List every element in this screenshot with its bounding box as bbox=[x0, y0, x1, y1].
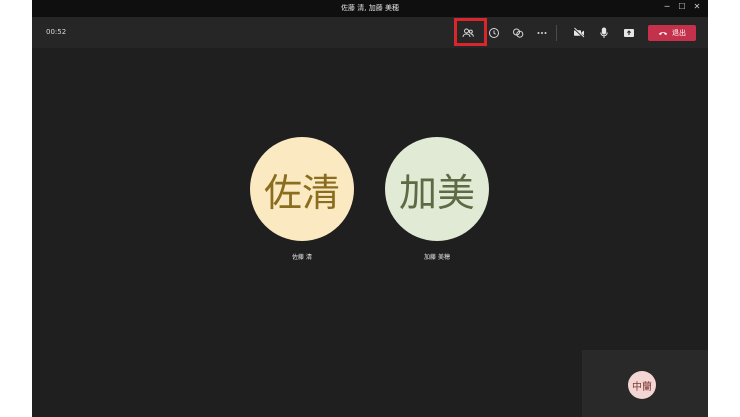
window-title: 佐藤 清, 加藤 美穂 bbox=[341, 4, 399, 12]
leave-button[interactable]: 退出 bbox=[648, 25, 696, 41]
chat-button[interactable] bbox=[486, 25, 502, 41]
participant-name: 佐藤 清 bbox=[292, 254, 312, 261]
reactions-button[interactable] bbox=[510, 25, 526, 41]
avatar-initials: 佐清 bbox=[263, 170, 340, 215]
avatar-initials: 加美 bbox=[398, 170, 475, 215]
hang-up-icon bbox=[658, 32, 668, 35]
more-button[interactable] bbox=[534, 25, 550, 41]
more-icon bbox=[537, 32, 547, 34]
camera-button[interactable] bbox=[571, 25, 587, 41]
title-bar: 佐藤 清, 加藤 美穂 ─ ☐ ✕ bbox=[32, 0, 708, 17]
self-initials: 中蘭 bbox=[632, 381, 652, 393]
chat-icon bbox=[489, 28, 499, 38]
reactions-icon bbox=[513, 28, 524, 38]
participant-avatar[interactable]: 加美 bbox=[385, 137, 489, 241]
self-avatar: 中蘭 bbox=[628, 371, 656, 399]
participant-name: 加藤 美穂 bbox=[424, 254, 450, 261]
video-stage: 佐清 佐藤 清 加美 加藤 美穂 中蘭 bbox=[32, 48, 708, 417]
toolbar-divider bbox=[556, 25, 557, 41]
share-icon bbox=[624, 29, 634, 37]
highlight-box bbox=[454, 18, 487, 46]
mic-button[interactable] bbox=[596, 25, 612, 41]
minimize-icon[interactable]: ─ bbox=[660, 2, 674, 11]
leave-label: 退出 bbox=[672, 29, 686, 37]
share-button[interactable] bbox=[621, 25, 637, 41]
call-timer: 00:52 bbox=[46, 28, 67, 36]
self-view-tile[interactable]: 中蘭 bbox=[582, 350, 708, 417]
mic-icon bbox=[600, 27, 608, 38]
meeting-toolbar: 00:52 退出 bbox=[32, 17, 708, 48]
maximize-icon[interactable]: ☐ bbox=[675, 2, 689, 11]
camera-off-icon bbox=[573, 27, 585, 39]
close-icon[interactable]: ✕ bbox=[690, 2, 704, 11]
meeting-window: 佐藤 清, 加藤 美穂 ─ ☐ ✕ 00:52 退出 佐清 佐藤 清 加美 加藤… bbox=[32, 0, 708, 417]
participant-avatar[interactable]: 佐清 bbox=[250, 137, 354, 241]
